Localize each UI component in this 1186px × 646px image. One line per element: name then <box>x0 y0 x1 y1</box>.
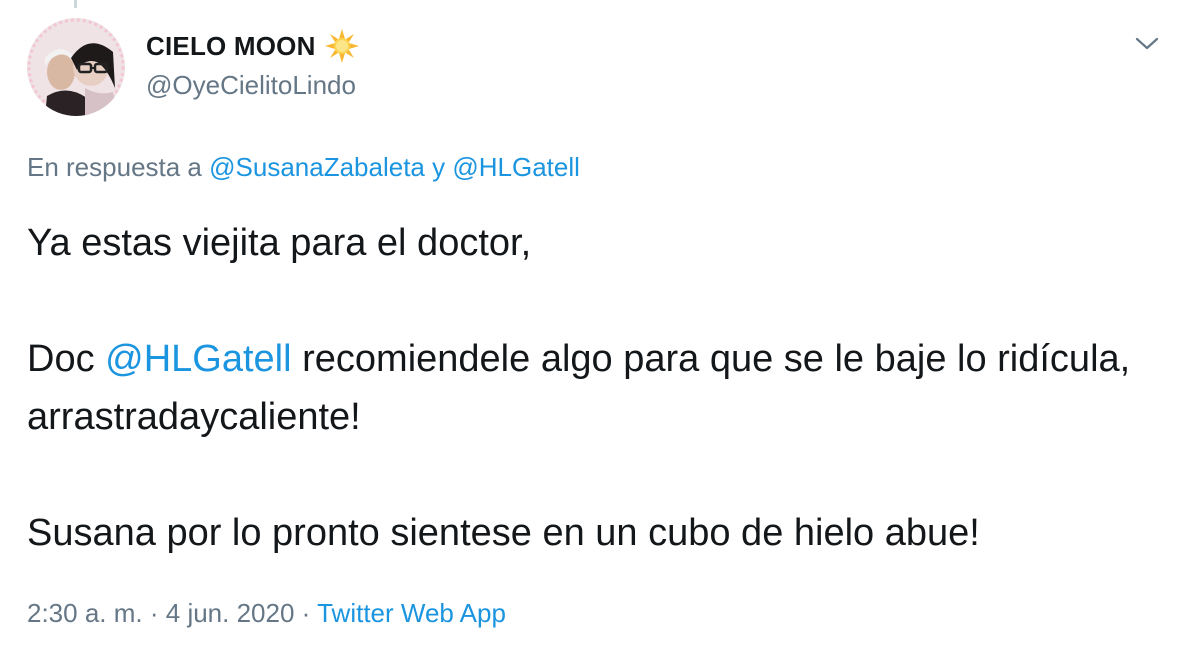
tweet-line-3: Susana por lo pronto sientese en un cubo… <box>27 512 980 554</box>
avatar[interactable] <box>27 18 125 116</box>
tweet-date[interactable]: 4 jun. 2020 <box>166 598 295 628</box>
tweet-metadata: 2:30 a. m. · 4 jun. 2020 · Twitter Web A… <box>27 598 506 629</box>
author-handle[interactable]: @OyeCielitoLindo <box>146 70 360 101</box>
tweet-line-1: Ya estas viejita para el doctor, <box>27 222 532 264</box>
reply-prefix: En respuesta a <box>27 152 202 182</box>
tweet-mention-hlgatell[interactable]: @HLGatell <box>105 338 291 380</box>
tweet-line-2: Doc @HLGatell recomiendele algo para que… <box>27 330 1157 446</box>
sun-emoji-icon <box>324 28 360 64</box>
meta-separator: · <box>149 598 159 628</box>
meta-separator: · <box>301 598 311 628</box>
tweet-time[interactable]: 2:30 a. m. <box>27 598 143 628</box>
tweet-source-link[interactable]: Twitter Web App <box>317 598 506 628</box>
reply-mention-susanazabaleta[interactable]: @SusanaZabaleta <box>209 152 425 182</box>
display-name[interactable]: CIELO MOON <box>146 31 316 62</box>
thread-connector-line <box>74 0 77 8</box>
display-name-row: CIELO MOON <box>146 28 360 64</box>
avatar-image <box>27 18 125 116</box>
author-block[interactable]: CIELO MOON @OyeCielitoLindo <box>146 28 360 101</box>
tweet-line-2-prefix: Doc <box>27 338 95 380</box>
chevron-down-icon[interactable] <box>1134 34 1160 54</box>
tweet-text: Ya estas viejita para el doctor, Doc @HL… <box>27 214 1157 562</box>
reply-mention-hlgatell[interactable]: @HLGatell <box>452 152 580 182</box>
reply-conjunction: y <box>432 152 446 182</box>
reply-context: En respuesta a @SusanaZabaleta y @HLGate… <box>27 152 580 183</box>
